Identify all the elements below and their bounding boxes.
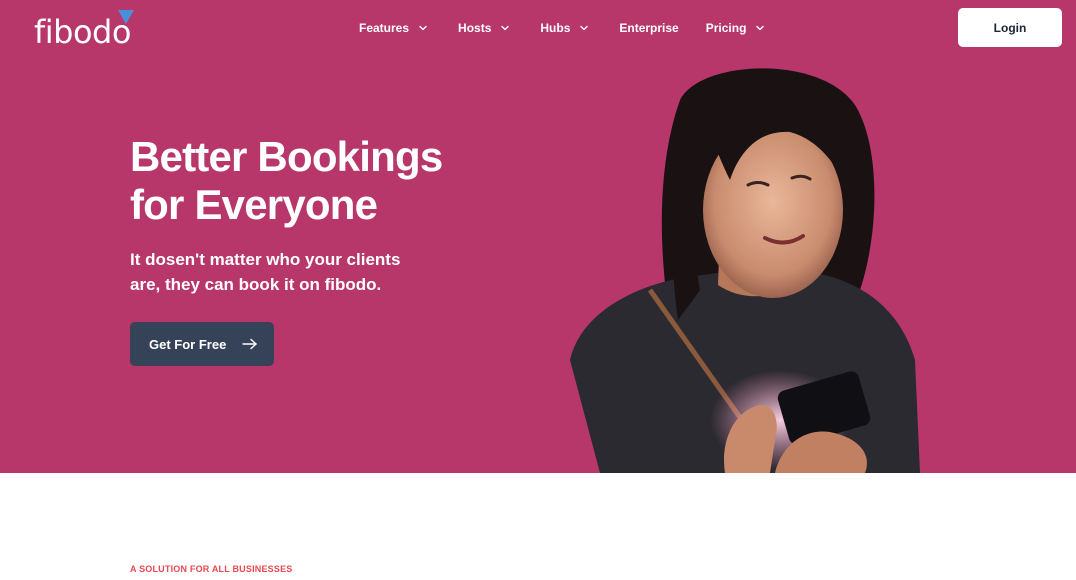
headline-line-2: for Everyone [130, 181, 378, 228]
nav-pricing[interactable]: Pricing [706, 21, 766, 35]
main-nav: Features Hosts Hubs Enterprise Pricing [359, 18, 765, 38]
hero-subheading: It dosen't matter who your clients are, … [130, 247, 430, 297]
get-for-free-button[interactable]: Get For Free [130, 322, 274, 366]
chevron-down-icon [756, 25, 765, 31]
chevron-down-icon [419, 25, 427, 31]
chevron-down-icon [501, 25, 510, 31]
nav-features[interactable]: Features [359, 21, 428, 35]
logo-triangle-icon [118, 10, 134, 24]
headline-line-1: Better Bookings [130, 133, 443, 180]
hero-photo-woman-with-phone [570, 68, 920, 473]
subhead-line-2: are, they can book it on fibodo. [130, 275, 382, 294]
section-eyebrow: A SOLUTION FOR ALL BUSINESSES [130, 564, 293, 574]
hero-section: fibodo Features Hosts Hubs Enterprise Pr… [0, 0, 1076, 473]
nav-enterprise-label: Enterprise [619, 21, 679, 35]
cta-label: Get For Free [149, 336, 227, 352]
nav-pricing-label: Pricing [705, 21, 747, 35]
chevron-down-icon [580, 25, 589, 31]
nav-hubs[interactable]: Hubs [540, 21, 589, 35]
arrow-right-icon [242, 338, 257, 350]
logo-wordmark: fibodo [34, 13, 131, 51]
login-button[interactable]: Login [958, 8, 1062, 47]
fibodo-logo[interactable]: fibodo [34, 10, 144, 52]
nav-enterprise[interactable]: Enterprise [619, 21, 678, 35]
nav-hosts[interactable]: Hosts [458, 21, 510, 35]
nav-hosts-label: Hosts [458, 21, 492, 35]
hero-headline: Better Bookings for Everyone [130, 133, 510, 229]
subhead-line-1: It dosen't matter who your clients [130, 250, 401, 269]
nav-hubs-label: Hubs [540, 21, 571, 35]
nav-features-label: Features [359, 21, 410, 35]
